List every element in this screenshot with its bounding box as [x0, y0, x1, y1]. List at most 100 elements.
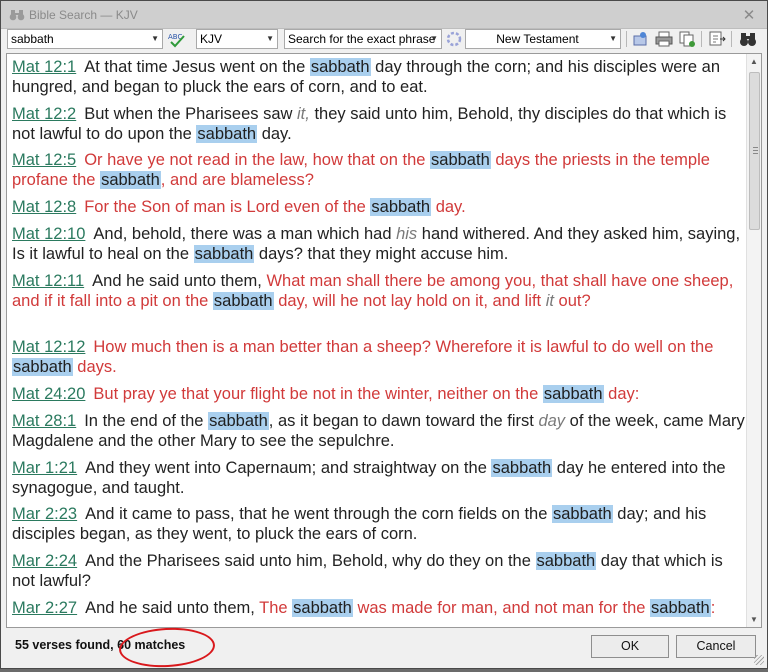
red-letter-text: day, will he not lay hold on it, and lif… — [273, 291, 546, 310]
verse-reference-link[interactable]: Mat 24:20 — [12, 385, 85, 403]
verse-row: Mat 12:2 But when the Pharisees saw it, t… — [12, 105, 747, 144]
red-letter-text: Or have ye not read in the law, how that… — [84, 151, 431, 169]
toolbar-divider — [701, 31, 702, 47]
resize-grip-icon[interactable] — [754, 655, 764, 665]
verse-row: Mat 12:8 For the Son of man is Lord even … — [12, 198, 747, 218]
verse-reference-link[interactable]: Mar 1:21 — [12, 459, 77, 477]
red-letter-text: , and are blameless? — [160, 170, 314, 189]
toolbar-divider — [626, 31, 627, 47]
verse-reference-link[interactable]: Mat 12:2 — [12, 105, 76, 123]
verse-text: day. — [257, 124, 292, 143]
verse-row: Mar 2:23 And it came to pass, that he wen… — [12, 505, 747, 544]
verse-row: Mat 12:5 Or have ye not read in the law, … — [12, 151, 747, 190]
search-match-highlight: sabbath — [193, 244, 255, 263]
verse-text: At that time Jesus went on the — [84, 58, 310, 76]
red-letter-text: day. — [431, 198, 466, 216]
red-letter-text: : — [710, 599, 716, 617]
scope-select[interactable]: New Testament ▼ — [465, 29, 621, 49]
red-letter-text: was made for man, and not man for the — [352, 599, 651, 617]
results-list[interactable]: Mat 12:1 At that time Jesus went on the s… — [6, 53, 762, 628]
red-letter-text: How much then is a man better than a she… — [93, 338, 714, 356]
verse-text: And, behold, there was a man which had — [93, 225, 397, 243]
verse-text: And the Pharisees said unto him, Behold,… — [85, 552, 536, 570]
verse-reference-link[interactable]: Mat 28:1 — [12, 412, 76, 430]
search-match-highlight: sabbath — [212, 291, 274, 310]
search-match-highlight: sabbath — [535, 552, 597, 570]
search-match-highlight: sabbath — [100, 170, 161, 189]
search-match-highlight: sabbath — [196, 124, 258, 143]
verse-reference-link[interactable]: Mat 12:1 — [12, 58, 76, 76]
red-letter-text: The — [259, 599, 293, 617]
verse-row: Mat 24:20 But pray ye that your flight be… — [12, 385, 747, 405]
verse-text: And he said unto them, — [85, 599, 260, 617]
verse-reference-link[interactable]: Mat 12:5 — [12, 151, 76, 169]
red-letter-text: But pray ye that your flight be not in t… — [93, 385, 543, 403]
spell-check-icon[interactable]: ABC — [167, 30, 187, 48]
verse-row: Mar 2:27 And he said unto them, The sabba… — [12, 599, 747, 619]
grip-icon — [753, 147, 758, 154]
verse-reference-link[interactable]: Mat 12:12 — [12, 338, 85, 356]
search-match-highlight: sabbath — [491, 459, 553, 477]
verse-row: Mat 12:12 How much then is a man better t… — [12, 338, 747, 377]
red-letter-text: days. — [72, 357, 117, 376]
scroll-down-arrow-icon[interactable]: ▼ — [747, 612, 761, 627]
search-match-highlight: sabbath — [370, 198, 432, 216]
window-title: Bible Search — KJV — [29, 8, 138, 22]
search-binoculars-icon[interactable] — [738, 30, 758, 48]
red-letter-text: For the Son of man is Lord even of the — [84, 198, 371, 216]
search-match-highlight: sabbath — [552, 505, 613, 523]
italic-supplied-word: day — [538, 412, 566, 430]
export-icon[interactable] — [707, 30, 727, 48]
search-input[interactable]: sabbath ▼ — [7, 29, 163, 49]
verse-reference-link[interactable]: Mat 12:8 — [12, 198, 76, 216]
search-match-highlight: sabbath — [650, 599, 711, 617]
verse-text: , as it began to dawn toward the first — [268, 412, 539, 430]
verses-found-count: 55 verses found, — [15, 638, 114, 652]
verse-text: In the end of the — [84, 412, 209, 430]
search-match-highlight: sabbath — [542, 385, 604, 403]
verse-text: And he said unto them, — [92, 272, 267, 290]
search-mode-value: Search for the exact phrase — [288, 32, 436, 46]
verse-reference-link[interactable]: Mat 12:10 — [12, 225, 85, 243]
scope-select-value: New Testament — [496, 32, 579, 46]
copy-icon[interactable] — [677, 30, 697, 48]
verse-text: days? that they might accuse him. — [254, 244, 509, 263]
close-icon[interactable]: ✕ — [741, 6, 757, 24]
scrollbar-thumb[interactable] — [749, 72, 760, 230]
verse-text: And it came to pass, that he went throug… — [85, 505, 552, 523]
verse-row: Mat 12:10 And, behold, there was a man wh… — [12, 225, 747, 264]
vertical-scrollbar[interactable]: ▲ ▼ — [746, 54, 761, 627]
verse-reference-link[interactable]: Mar 2:23 — [12, 505, 77, 523]
version-select-value: KJV — [200, 32, 223, 46]
search-mode-select[interactable]: Search for the exact phrase ▼ — [284, 29, 442, 49]
verse-row: Mat 12:11 And he said unto them, What man… — [12, 272, 747, 311]
italic-supplied-word: his — [396, 225, 418, 243]
chevron-down-icon[interactable]: ▼ — [151, 30, 159, 48]
verse-row: Mar 2:24 And the Pharisees said unto him,… — [12, 552, 747, 591]
verse-row: Mat 12:1 At that time Jesus went on the s… — [12, 58, 747, 97]
ok-button[interactable]: OK — [591, 635, 669, 658]
chevron-down-icon[interactable]: ▼ — [266, 30, 274, 48]
scroll-up-arrow-icon[interactable]: ▲ — [747, 54, 761, 69]
verse-reference-link[interactable]: Mar 2:27 — [12, 599, 77, 617]
italic-supplied-word: it, — [297, 105, 310, 123]
loading-spinner-icon — [446, 31, 462, 47]
verse-reference-link[interactable]: Mat 12:11 — [12, 272, 84, 290]
search-input-value: sabbath — [11, 32, 54, 46]
verse-row: Mar 1:21 And they went into Capernaum; an… — [12, 459, 747, 498]
search-match-highlight: sabbath — [430, 151, 491, 169]
title-bar: Bible Search — KJV ✕ — [1, 1, 767, 29]
bookmark-results-icon[interactable] — [631, 30, 651, 48]
bible-search-window: Bible Search — KJV ✕ sabbath ▼ ABC KJV ▼… — [0, 0, 768, 670]
search-match-highlight: sabbath — [292, 599, 353, 617]
cancel-button[interactable]: Cancel — [676, 635, 756, 658]
verse-text: But when the Pharisees saw — [84, 105, 298, 123]
verse-text: And they went into Capernaum; and straig… — [85, 459, 492, 477]
verse-reference-link[interactable]: Mar 2:24 — [12, 552, 77, 570]
version-select[interactable]: KJV ▼ — [196, 29, 278, 49]
print-icon[interactable] — [654, 30, 674, 48]
italic-supplied-word: it — [545, 291, 554, 310]
chevron-down-icon[interactable]: ▼ — [430, 30, 438, 48]
red-letter-text: day: — [603, 385, 640, 403]
chevron-down-icon[interactable]: ▼ — [609, 30, 617, 48]
